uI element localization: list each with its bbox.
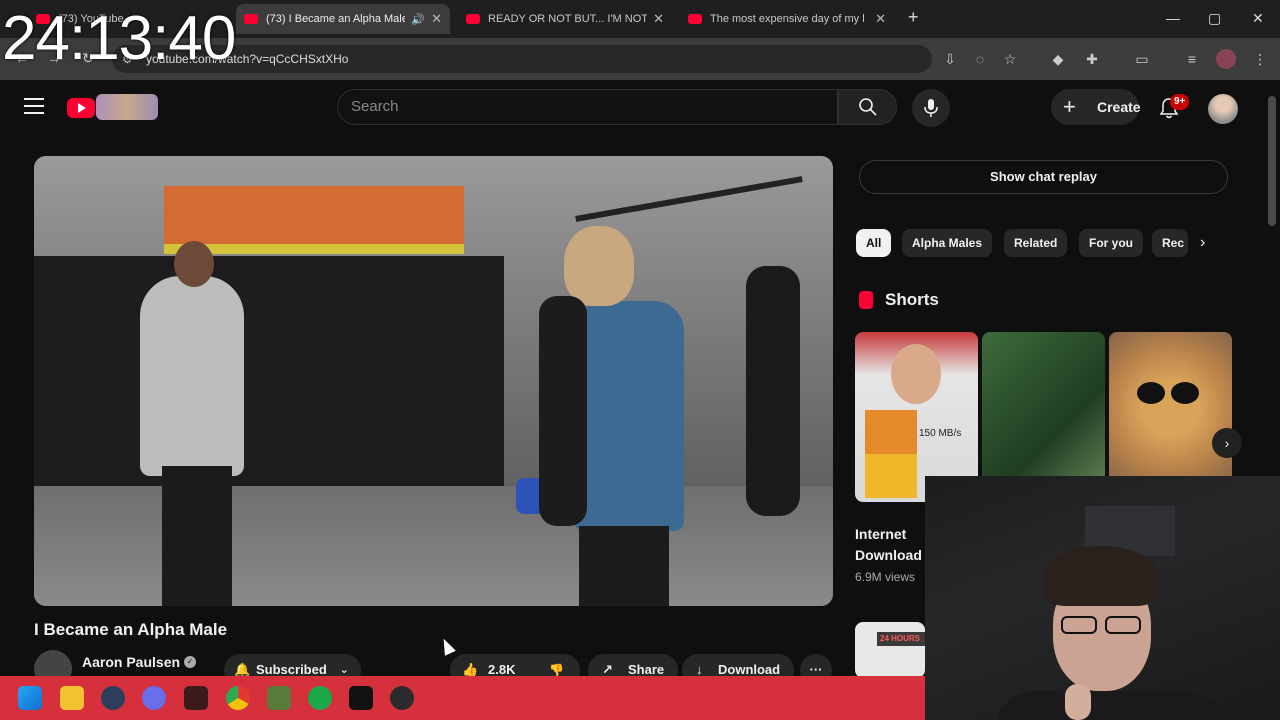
video-person-right-legs	[579, 526, 669, 606]
shorts-logo-icon	[859, 291, 873, 309]
tab-close-icon[interactable]: ✕	[869, 11, 886, 27]
youtube-favicon-icon	[688, 14, 702, 24]
search-input[interactable]: Search	[337, 89, 838, 125]
related-video-thumbnail[interactable]: 24 HOURS	[855, 622, 925, 678]
close-window-button[interactable]: ✕	[1252, 10, 1264, 27]
microphone-icon	[924, 99, 938, 117]
short-title[interactable]: Internet Download	[855, 524, 925, 566]
page-scrollbar[interactable]	[1268, 96, 1276, 226]
plus-icon: +	[1063, 94, 1076, 119]
youtube-favicon-icon	[244, 14, 258, 24]
video-player[interactable]	[34, 156, 833, 606]
video-wall-padding	[34, 256, 504, 516]
epic-games-icon[interactable]	[349, 686, 373, 710]
short-views: 6.9M views	[855, 570, 916, 584]
create-label: Create	[1097, 99, 1141, 115]
file-explorer-icon[interactable]	[60, 686, 84, 710]
speaker-icon[interactable]: 🔊	[411, 13, 425, 26]
webcam-thumb-up	[1065, 684, 1091, 720]
short-face-thumb	[891, 344, 941, 404]
tab-current-video[interactable]: (73) I Became an Alpha Male 🔊 ✕	[236, 4, 450, 34]
subscribed-label: Subscribed	[256, 662, 327, 677]
video-person-left-head	[174, 241, 214, 287]
tab-title: The most expensive day of my l	[710, 13, 865, 25]
tab-expensive-day[interactable]: The most expensive day of my l ✕	[680, 4, 894, 34]
bookmark-star-icon[interactable]: ☆	[1002, 51, 1018, 67]
video-person-right-head	[564, 226, 634, 306]
video-person-left	[140, 276, 244, 476]
webcam-hair	[1043, 546, 1159, 606]
youtube-logo-icon[interactable]	[67, 98, 95, 118]
video-person-left-legs	[162, 466, 232, 606]
short-meme-panel-top	[865, 410, 917, 454]
tab-title: READY OR NOT BUT... I'M NOT	[488, 13, 648, 25]
mouse-cursor	[438, 636, 456, 656]
media-control-icon[interactable]: ≡	[1184, 51, 1200, 67]
discord-icon[interactable]	[142, 686, 166, 710]
verified-badge-icon: ✓	[184, 656, 196, 668]
video-punching-bag-right	[746, 266, 800, 516]
short-meme-panel-bottom	[865, 454, 917, 498]
browser-menu-icon[interactable]: ⋮	[1252, 51, 1268, 67]
shorts-next-chevron-icon[interactable]: ›	[1212, 428, 1242, 458]
extension-icon[interactable]: ◆	[1050, 51, 1066, 67]
share-label: Share	[628, 662, 665, 677]
windows-start-icon[interactable]	[18, 686, 42, 710]
tab-ready-or-not[interactable]: READY OR NOT BUT... I'M NOT ✕	[458, 4, 672, 34]
chip-all[interactable]: All	[856, 229, 892, 257]
like-count[interactable]: 2.8K	[488, 662, 515, 677]
chip-related[interactable]: Related	[1004, 229, 1068, 257]
tab-title: (73) I Became an Alpha Male	[266, 13, 406, 25]
video-orange-banner	[164, 186, 464, 246]
tab-close-icon[interactable]: ✕	[425, 11, 442, 27]
new-tab-button[interactable]: +	[908, 7, 919, 28]
account-avatar[interactable]	[1208, 94, 1238, 124]
minimize-button[interactable]: —	[1166, 10, 1180, 26]
notification-count-badge: 9+	[1170, 94, 1190, 110]
eye-off-icon[interactable]: ◌	[972, 51, 988, 67]
cat-sunglasses-right	[1171, 382, 1199, 404]
youtube-favicon-icon	[466, 14, 480, 24]
voice-search-button[interactable]	[912, 89, 950, 127]
steam-icon[interactable]	[101, 686, 125, 710]
video-punching-bag-middle	[539, 296, 587, 526]
video-floor	[34, 486, 833, 606]
profile-avatar-icon[interactable]	[1216, 49, 1236, 69]
chevron-right-icon[interactable]: ›	[1200, 234, 1205, 252]
webcam-shirt	[995, 691, 1225, 720]
sidebar-panel-icon[interactable]: ▭	[1134, 51, 1150, 67]
tab-close-icon[interactable]: ✕	[647, 11, 664, 27]
download-label: Download	[718, 662, 781, 677]
chrome-icon[interactable]	[226, 686, 250, 710]
video-person-right	[574, 301, 684, 531]
minecraft-icon[interactable]	[267, 686, 291, 710]
maximize-button[interactable]: ▢	[1208, 10, 1221, 27]
stream-clock-overlay: 24:13:40	[2, 4, 236, 73]
windows-taskbar	[0, 676, 925, 720]
game-launcher-icon[interactable]	[308, 686, 332, 710]
app-r-icon[interactable]	[184, 686, 208, 710]
chip-alpha-males[interactable]: Alpha Males	[902, 229, 993, 257]
install-app-icon[interactable]: ⇩	[942, 51, 958, 67]
webcam-overlay	[925, 476, 1280, 720]
channel-name[interactable]: Aaron Paulsen	[82, 654, 180, 670]
puzzle-extensions-icon[interactable]: ✚	[1084, 51, 1100, 67]
short-speed-text: 150 MB/s	[919, 428, 962, 439]
obs-icon[interactable]	[390, 686, 414, 710]
chip-for-you[interactable]: For you	[1079, 229, 1143, 257]
shorts-section-title: Shorts	[885, 290, 939, 309]
thumbnail-24-hours-label: 24 HOURS	[877, 632, 925, 646]
chip-recent[interactable]: Rec	[1152, 229, 1188, 257]
show-chat-replay-button[interactable]: Show chat replay	[859, 160, 1228, 194]
hamburger-menu-icon[interactable]	[24, 98, 44, 114]
youtube-masthead: Search + Create 9+	[0, 80, 1280, 136]
youtube-doodle-logo[interactable]	[96, 94, 158, 120]
search-button[interactable]	[838, 89, 897, 125]
webcam-glasses-right	[1105, 616, 1141, 634]
webcam-glasses-left	[1061, 616, 1097, 634]
create-button[interactable]: + Create	[1051, 89, 1141, 125]
cat-sunglasses-left	[1137, 382, 1165, 404]
video-title: I Became an Alpha Male	[34, 620, 228, 639]
search-icon	[859, 98, 877, 116]
